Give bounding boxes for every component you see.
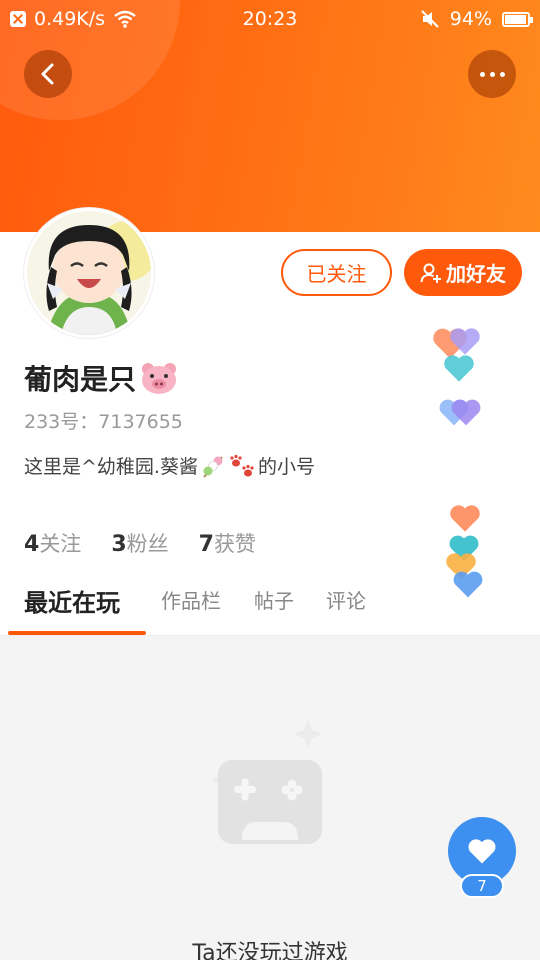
stat-fans[interactable]: 3粉丝 [111, 528, 168, 558]
profile-tabs: 最近在玩 作品栏 帖子 评论 [0, 585, 540, 635]
add-friend-button[interactable]: 加好友 [404, 249, 522, 296]
tab-comments[interactable]: 评论 [326, 585, 366, 614]
stat-following[interactable]: 4关注 [24, 528, 81, 558]
floating-heart-icon [450, 505, 480, 532]
avatar[interactable] [24, 208, 154, 338]
tab-posts[interactable]: 帖子 [254, 585, 294, 614]
dango-icon [203, 455, 223, 478]
status-bar: 0.49K/s 20:23 94% [0, 0, 540, 40]
back-button[interactable] [24, 50, 72, 98]
gamepad-icon [213, 720, 322, 844]
more-dots-icon [479, 71, 505, 77]
floating-heart-icon [444, 355, 474, 382]
mute-icon [420, 10, 439, 28]
more-button[interactable] [468, 50, 516, 98]
followed-label: 已关注 [306, 262, 367, 286]
floating-heart-icon [450, 328, 480, 355]
user-id: 233号：7137655 [24, 411, 183, 433]
add-friend-label: 加好友 [446, 262, 506, 286]
pig-face-icon [142, 363, 177, 394]
followed-button[interactable]: 已关注 [281, 249, 392, 296]
tab-recently-played[interactable]: 最近在玩 [24, 583, 120, 618]
chevron-left-icon [41, 63, 54, 85]
tab-works[interactable]: 作品栏 [161, 585, 221, 614]
battery-percent: 94% [449, 8, 492, 30]
stat-likes[interactable]: 7获赞 [199, 528, 256, 558]
divider [0, 635, 540, 636]
username-text: 葡肉是只 [24, 363, 137, 396]
username: 葡肉是只 [24, 358, 178, 398]
paw-prints-icon [230, 454, 254, 476]
add-user-icon [420, 263, 441, 283]
stats-row: 4关注 3粉丝 7获赞 [24, 528, 256, 558]
bio-suffix: 的小号 [257, 456, 315, 478]
bio: 这里是^幼稚园.葵酱 的小号 [24, 452, 315, 479]
like-count-badge: 7 [460, 874, 504, 898]
empty-state-text: Ta还没玩过游戏 [192, 941, 348, 960]
avatar-image [27, 211, 151, 335]
heart-icon [468, 839, 496, 864]
battery-icon [502, 11, 533, 27]
floating-heart-icon [451, 399, 481, 426]
bio-prefix: 这里是^幼稚园.葵酱 [24, 456, 198, 478]
